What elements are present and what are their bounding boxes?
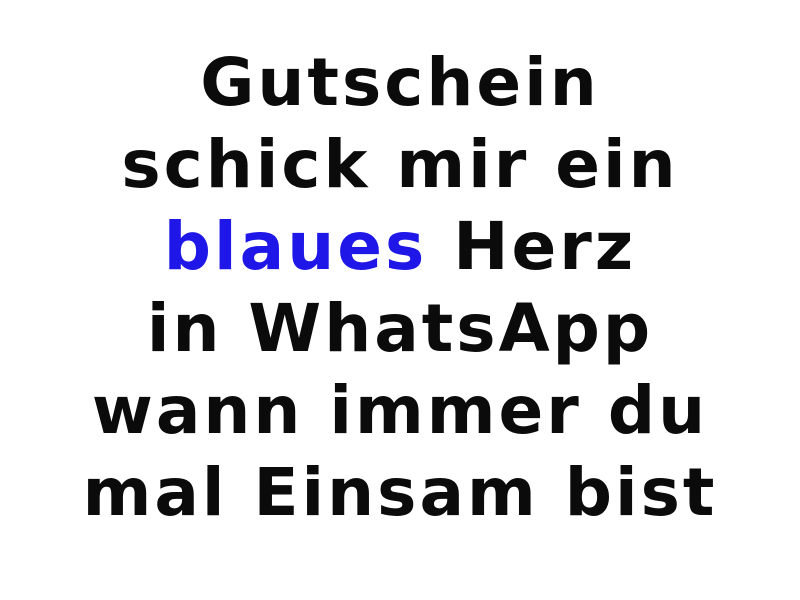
- voucher-line-3: blaues Herz: [164, 206, 636, 288]
- voucher-text: wann immer du: [91, 372, 709, 449]
- voucher-line-2: schick mir ein: [121, 124, 678, 206]
- voucher-title: Gutschein: [200, 44, 600, 121]
- voucher-text: in WhatsApp: [146, 290, 654, 367]
- voucher-text: Herz: [453, 208, 637, 285]
- voucher-line-1: Gutschein: [200, 42, 599, 124]
- voucher-text: schick mir ein: [121, 126, 679, 203]
- voucher-card: Gutschein schick mir ein blaues Herz in …: [0, 0, 800, 600]
- voucher-text: mal Einsam bist: [82, 454, 718, 531]
- voucher-line-6: mal Einsam bist: [83, 452, 718, 534]
- voucher-line-4: in WhatsApp: [147, 288, 653, 370]
- highlight-word: blaues: [163, 208, 428, 285]
- voucher-line-5: wann immer du: [92, 370, 708, 452]
